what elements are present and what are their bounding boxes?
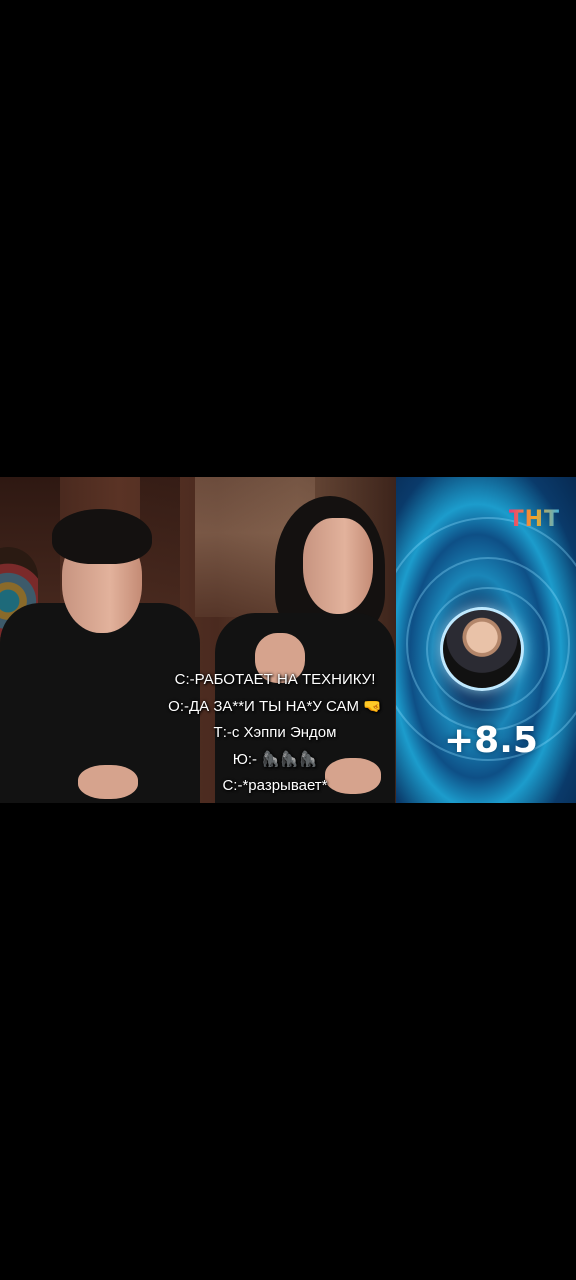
video-frame[interactable]: ТНТ +8.5 С:-РАБОТАЕТ НА ТЕХНИКУ! О:-ДА З…	[0, 477, 576, 803]
caption-line: С:-*разрывает*	[222, 777, 328, 794]
caption-line: Ю:- 🦍🦍🦍	[232, 750, 318, 768]
caption-block: С:-РАБОТАЕТ НА ТЕХНИКУ! О:-ДА ЗА**И ТЫ Н…	[140, 667, 410, 800]
score-panel: ТНТ +8.5	[396, 477, 576, 803]
caption-line: С:-РАБОТАЕТ НА ТЕХНИКУ!	[174, 671, 376, 688]
caption-line: Т:-с Хэппи Эндом	[213, 724, 337, 741]
channel-logo: ТНТ	[508, 507, 560, 532]
judge-avatar	[440, 607, 524, 691]
caption-line: О:-ДА ЗА**И ТЫ НА*У САМ 🤜	[168, 697, 382, 715]
score-value: +8.5	[444, 720, 538, 761]
